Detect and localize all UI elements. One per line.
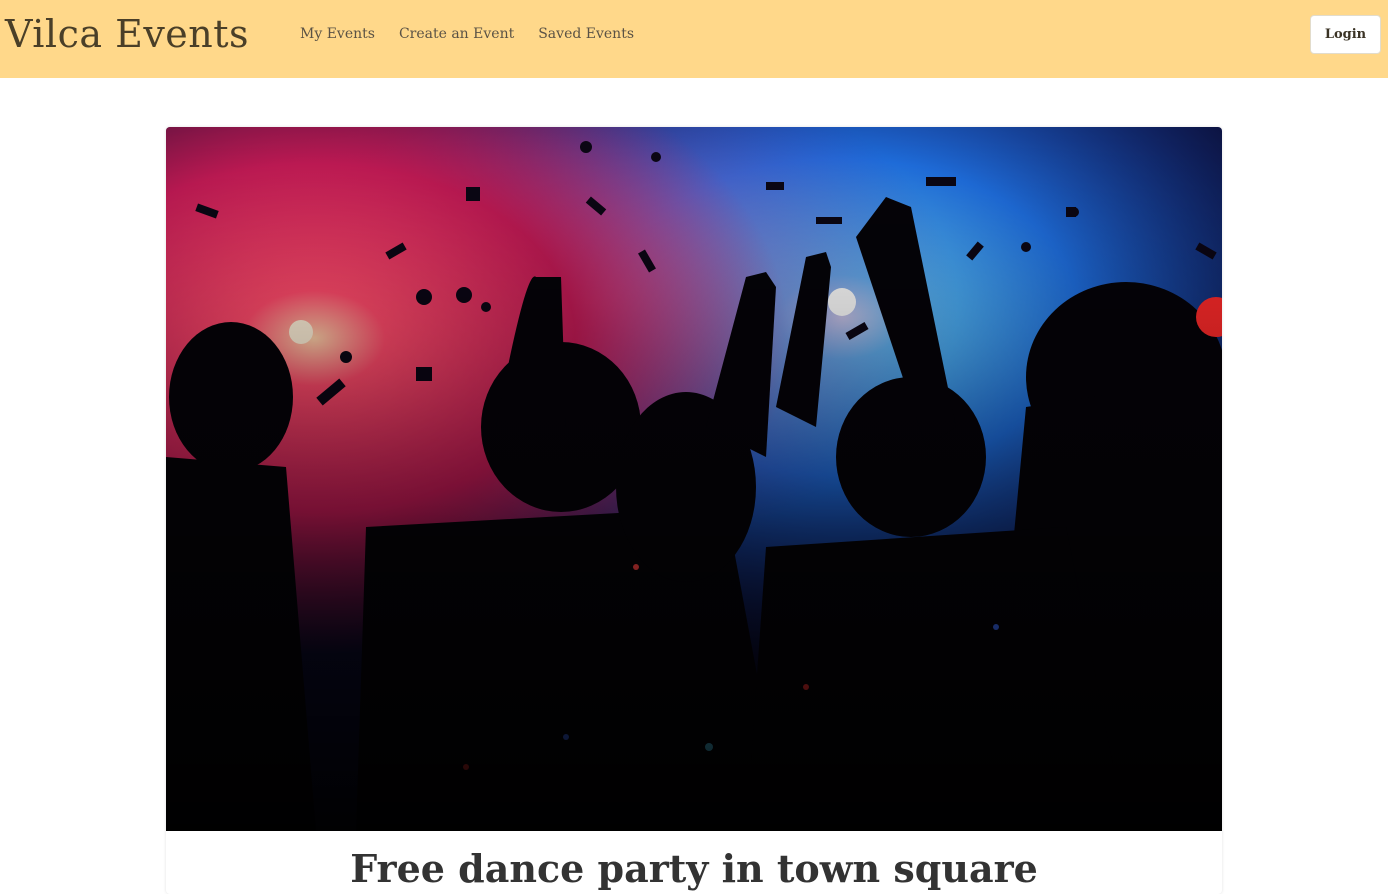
navbar: Vilca Events My Events Create an Event S…: [0, 0, 1388, 78]
nav-link-my-events[interactable]: My Events: [300, 25, 375, 43]
event-image[interactable]: [166, 127, 1222, 831]
brand-logo[interactable]: Vilca Events: [5, 8, 249, 60]
nav-link-create-event[interactable]: Create an Event: [399, 25, 514, 43]
nav-link-saved-events[interactable]: Saved Events: [538, 25, 634, 43]
event-title: Free dance party in town square: [350, 846, 1038, 891]
event-card: Free dance party in town square: [166, 127, 1222, 894]
login-button[interactable]: Login: [1310, 15, 1381, 54]
nav-links: My Events Create an Event Saved Events: [300, 25, 634, 43]
